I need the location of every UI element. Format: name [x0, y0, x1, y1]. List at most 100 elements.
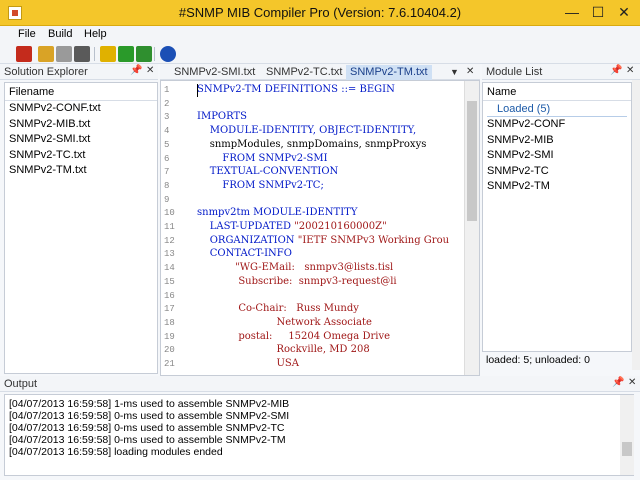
code-line: ORGANIZATION "IETF SNMPv3 Working Grou — [197, 234, 450, 246]
module-item[interactable]: SNMPv2-TC — [483, 164, 631, 180]
close-icon[interactable]: ✕ — [146, 65, 154, 76]
solution-explorer-list: Filename SNMPv2-CONF.txt SNMPv2-MIB.txt … — [4, 82, 158, 374]
help-icon[interactable] — [160, 46, 176, 62]
line-number: 6 — [164, 153, 170, 164]
menu-bar: File Build Help — [0, 26, 640, 44]
line-number: 12 — [164, 235, 175, 246]
code-line: USA — [197, 358, 299, 369]
open-folder-icon[interactable] — [38, 46, 54, 62]
compile-icon[interactable] — [100, 46, 116, 62]
name-column-header[interactable]: Name — [483, 83, 631, 101]
module-item[interactable]: SNMPv2-MIB — [483, 133, 631, 149]
code-line: CONTACT-INFO — [197, 248, 292, 260]
line-number: 9 — [164, 194, 170, 205]
solution-explorer-header: Solution Explorer 📌 ✕ — [0, 64, 158, 80]
line-number: 17 — [164, 304, 175, 315]
close-icon[interactable]: ✕ — [628, 377, 636, 388]
output-log: [04/07/2013 16:59:58] 1-ms used to assem… — [4, 394, 634, 476]
file-item[interactable]: SNMPv2-TM.txt — [5, 163, 157, 179]
maximize-button[interactable]: ☐ — [584, 0, 612, 26]
log-line: [04/07/2013 16:59:58] 0-ms used to assem… — [9, 422, 285, 434]
module-list: Name Loaded (5) SNMPv2-CONF SNMPv2-MIB S… — [482, 82, 632, 352]
file-item[interactable]: SNMPv2-SMI.txt — [5, 132, 157, 148]
module-list-title: Module List — [486, 66, 543, 78]
toolbar-separator — [94, 47, 95, 61]
code-line: FROM SNMPv2-TC; — [197, 179, 324, 191]
module-list-scrollbar[interactable] — [632, 80, 640, 370]
log-line: [04/07/2013 16:59:58] loading modules en… — [9, 446, 223, 458]
close-window-button[interactable]: ✕ — [610, 0, 638, 26]
output-title: Output — [4, 378, 38, 390]
line-number: 4 — [164, 126, 170, 137]
download-icon[interactable] — [118, 46, 134, 62]
close-icon[interactable]: ✕ — [466, 65, 474, 80]
output-header: Output 📌 ✕ — [0, 376, 640, 392]
close-file-icon[interactable] — [74, 46, 90, 62]
line-number: 7 — [164, 167, 170, 178]
code-line: "WG-EMail: snmpv3@lists.tisl — [197, 262, 394, 274]
tab-snmpv2-smi[interactable]: SNMPv2-SMI.txt — [174, 65, 255, 80]
line-number: 13 — [164, 249, 175, 260]
output-vertical-scrollbar[interactable] — [620, 395, 634, 475]
code-line: Subscribe: snmpv3-request@li — [197, 275, 397, 287]
window-title: #SNMP MIB Compiler Pro (Version: 7.6.104… — [178, 5, 462, 20]
editor-tabs: SNMPv2-SMI.txt SNMPv2-TC.txt SNMPv2-TM.t… — [160, 64, 480, 80]
line-number: 3 — [164, 112, 170, 123]
tab-snmpv2-tm[interactable]: SNMPv2-TM.txt — [346, 65, 432, 80]
module-item[interactable]: SNMPv2-TM — [483, 179, 631, 195]
module-status: loaded: 5; unloaded: 0 — [486, 354, 590, 366]
toolbar — [0, 44, 640, 64]
line-number: 2 — [164, 98, 170, 109]
code-line: TEXTUAL-CONVENTION — [197, 166, 339, 178]
pin-icon[interactable]: 📌 — [610, 65, 622, 76]
line-number: 8 — [164, 180, 170, 191]
loaded-group-header[interactable]: Loaded (5) — [487, 101, 627, 117]
tab-dropdown-icon[interactable]: ▼ — [450, 65, 459, 80]
line-number: 19 — [164, 331, 175, 342]
file-item[interactable]: SNMPv2-MIB.txt — [5, 117, 157, 133]
editor-vertical-scrollbar[interactable] — [464, 81, 479, 375]
line-number: 11 — [164, 222, 175, 232]
filename-column-header[interactable]: Filename — [5, 83, 157, 101]
refresh-icon[interactable] — [136, 46, 152, 62]
pin-icon[interactable]: 📌 — [612, 377, 624, 388]
code-line: Rockville, MD 208 — [197, 344, 370, 356]
scrollbar-thumb[interactable] — [467, 101, 477, 221]
log-line: [04/07/2013 16:59:58] 0-ms used to assem… — [9, 434, 286, 446]
code-line: IMPORTS — [197, 111, 247, 123]
line-number: 16 — [164, 290, 175, 301]
pin-icon[interactable]: 📌 — [130, 65, 142, 76]
code-editor[interactable]: 1 2 3 4 5 6 7 8 9 10 11 12 13 14 15 16 17 18 19 20 21 SNMPv2… — [160, 80, 480, 376]
scrollbar-thumb[interactable] — [622, 442, 632, 456]
code-line: FROM SNMPv2-SMI — [197, 152, 328, 164]
menu-build[interactable]: Build — [48, 28, 72, 40]
minimize-button[interactable]: — — [558, 0, 586, 26]
module-item[interactable]: SNMPv2-SMI — [483, 148, 631, 164]
line-number: 1 — [164, 85, 170, 95]
log-line: [04/07/2013 16:59:58] 1-ms used to assem… — [9, 398, 290, 410]
code-line: postal: 15204 Omega Drive — [197, 330, 391, 342]
file-item[interactable]: SNMPv2-TC.txt — [5, 148, 157, 164]
code-line: snmpModules, snmpDomains, snmpProxys — [197, 138, 427, 150]
module-item[interactable]: SNMPv2-CONF — [483, 117, 631, 133]
code-line: MODULE-IDENTITY, OBJECT-IDENTITY, — [197, 125, 417, 137]
line-number: 10 — [164, 208, 175, 219]
tab-snmpv2-tc[interactable]: SNMPv2-TC.txt — [266, 65, 342, 80]
save-icon[interactable] — [56, 46, 72, 62]
solution-explorer-title: Solution Explorer — [4, 66, 88, 78]
code-line: SNMPv2-TM DEFINITIONS ::= BEGIN — [197, 84, 395, 95]
new-project-icon[interactable] — [16, 46, 32, 62]
line-number: 21 — [164, 359, 175, 369]
line-number: 18 — [164, 317, 175, 328]
menu-file[interactable]: File — [18, 28, 36, 40]
menu-help[interactable]: Help — [84, 28, 107, 40]
file-item[interactable]: SNMPv2-CONF.txt — [5, 101, 157, 117]
title-bar: #SNMP MIB Compiler Pro (Version: 7.6.104… — [0, 0, 640, 26]
line-number: 15 — [164, 276, 175, 287]
log-line: [04/07/2013 16:59:58] 0-ms used to assem… — [9, 410, 290, 422]
toolbar-separator — [154, 47, 155, 61]
code-line: snmpv2tm MODULE-IDENTITY — [197, 207, 358, 219]
code-line: Network Associate — [197, 316, 372, 328]
code-line: Co-Chair: Russ Mundy — [197, 303, 359, 315]
close-icon[interactable]: ✕ — [626, 65, 634, 76]
